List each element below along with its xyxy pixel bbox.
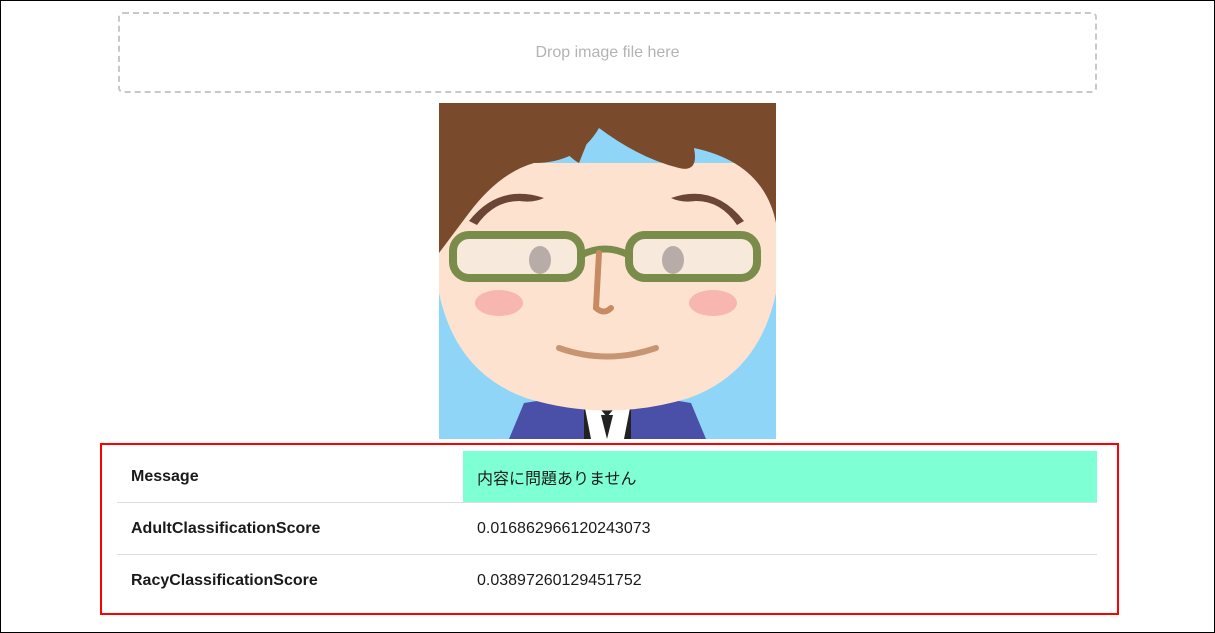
dropzone-label: Drop image file here (535, 43, 680, 61)
avatar-image (439, 103, 776, 439)
table-row: Message 内容に問題ありません (117, 451, 1097, 503)
table-row: RacyClassificationScore 0.03897260129451… (117, 555, 1097, 607)
image-dropzone[interactable]: Drop image file here (118, 12, 1097, 93)
message-value: 内容に問題ありません (463, 451, 1097, 503)
classification-results-table: Message 内容に問題ありません AdultClassificationSc… (117, 451, 1097, 606)
racy-score-label: RacyClassificationScore (131, 571, 318, 589)
message-label: Message (117, 451, 463, 503)
racy-score-value: 0.03897260129451752 (477, 571, 642, 589)
table-row: AdultClassificationScore 0.0168629661202… (117, 502, 1097, 555)
uploaded-image-preview (439, 103, 776, 439)
adult-score-label: AdultClassificationScore (117, 502, 463, 555)
adult-score-value: 0.016862966120243073 (463, 502, 1097, 555)
